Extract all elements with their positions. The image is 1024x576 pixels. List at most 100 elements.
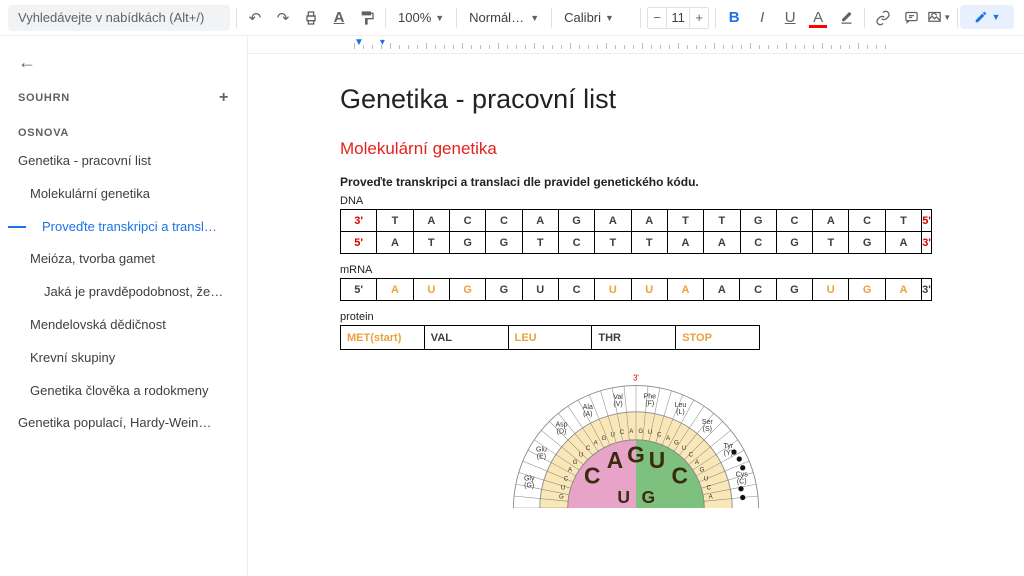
dna-cell: T [667,210,703,232]
protein-cell: THR [592,326,676,350]
outline-item[interactable]: Genetika populací, Hardy-Wein… [0,407,247,440]
dna-cell: C [449,210,485,232]
outline-sidebar: ← SOUHRN + OSNOVA Genetika - pracovní li… [0,36,248,576]
outline-item[interactable]: Proveďte transkripci a transl… [0,211,247,244]
mrna-cell: G [776,279,812,301]
protein-cell: VAL [424,326,508,350]
svg-text:U: U [561,484,565,491]
dna-cell: T [813,232,849,254]
mrna-table: 5'AUGGUCUUAACGUGA3' [340,278,932,301]
font-size-input[interactable]: 11 [666,8,690,28]
outline-item[interactable]: Krevní skupiny [0,342,247,375]
dna-cell: 5' [341,232,377,254]
dna-cell: C [558,232,594,254]
pencil-icon [974,10,988,24]
spellcheck-icon[interactable]: A [327,6,351,30]
font-size-increase[interactable]: + [690,10,708,25]
mrna-cell: A [667,279,703,301]
dna-cell: T [595,232,631,254]
svg-text:G: G [641,487,655,507]
editing-mode-select[interactable]: ▼ [960,5,1014,29]
menu-search-input[interactable]: Vyhledávejte v nabídkách (Alt+/) [8,5,230,31]
svg-text:A: A [607,447,623,473]
svg-text:U: U [704,475,708,482]
protein-cell: LEU [508,326,592,350]
outline-item[interactable]: Molekulární genetika [0,178,247,211]
insert-link-icon[interactable] [871,6,895,30]
mrna-cell: A [885,279,921,301]
dna-cell: T [885,210,921,232]
dna-label: DNA [340,195,932,207]
dna-cell: T [704,210,740,232]
dna-cell: C [486,210,522,232]
svg-text:Glu(E): Glu(E) [536,446,547,460]
svg-text:C: C [707,484,712,491]
svg-text:Cys(C): Cys(C) [736,472,749,486]
paragraph-style-select[interactable]: Normální t…▼ [463,6,545,30]
bold-button[interactable]: B [722,6,746,30]
dna-cell: 5' [922,210,932,232]
font-size-control: − 11 + [647,7,709,29]
expand-up-icon[interactable]: ⌃ [922,6,946,30]
dna-cell: C [740,232,776,254]
svg-text:Ala(A): Ala(A) [583,404,593,418]
svg-text:Ser(S): Ser(S) [702,419,714,433]
highlight-button[interactable] [834,6,858,30]
mrna-cell: C [740,279,776,301]
protein-label: protein [340,311,932,323]
mrna-cell: U [595,279,631,301]
svg-text:G: G [638,428,643,435]
text-color-button[interactable]: A [806,6,830,30]
redo-icon[interactable]: ↷ [271,6,295,30]
dna-cell: A [522,210,558,232]
font-family-select[interactable]: Calibri▼ [558,6,634,30]
dna-cell: G [776,232,812,254]
insert-comment-icon[interactable] [899,6,923,30]
back-icon[interactable]: ← [0,48,247,83]
outline-item[interactable]: Jaká je pravděpodobnost, že… [0,276,247,309]
print-icon[interactable] [299,6,323,30]
dna-cell: A [595,210,631,232]
undo-icon[interactable]: ↶ [243,6,267,30]
outline-item[interactable]: Mendelovská dědičnost [0,309,247,342]
underline-button[interactable]: U [778,6,802,30]
dna-cell: A [377,232,413,254]
paint-format-icon[interactable] [355,6,379,30]
mrna-cell: 5' [341,279,377,301]
outline-heading: OSNOVA [0,113,247,145]
svg-text:C: C [584,463,600,489]
document-canvas[interactable]: ▼▾ Genetika - pracovní list Molekulární … [248,36,1024,576]
svg-text:G: G [674,439,679,446]
horizontal-ruler[interactable]: ▼▾ [248,36,1024,54]
protein-cell: MET(start) [341,326,425,350]
italic-button[interactable]: I [750,6,774,30]
summary-heading: SOUHRN [18,92,70,104]
dna-cell: G [849,232,885,254]
dna-cell: C [776,210,812,232]
dna-cell: A [704,232,740,254]
font-value: Calibri [564,10,601,25]
mrna-cell: U [522,279,558,301]
mrna-cell: G [849,279,885,301]
outline-item[interactable]: Meióza, tvorba gamet [0,243,247,276]
font-size-decrease[interactable]: − [648,10,666,25]
svg-text:G: G [559,494,564,501]
dna-cell: T [413,232,449,254]
svg-text:U: U [649,447,665,473]
dna-cell: T [522,232,558,254]
mrna-cell: U [631,279,667,301]
add-summary-icon[interactable]: + [219,89,229,107]
protein-cell: STOP [676,326,760,350]
mrna-cell: C [558,279,594,301]
zoom-select[interactable]: 100%▼ [392,6,450,30]
dna-cell: A [813,210,849,232]
svg-text:C: C [620,429,625,436]
mrna-cell: A [377,279,413,301]
outline-item[interactable]: Genetika člověka a rodokmeny [0,375,247,408]
svg-text:Gly(G): Gly(G) [524,476,535,490]
outline-item[interactable]: Genetika - pracovní list [0,145,247,178]
svg-text:C: C [689,451,694,458]
mrna-cell: U [413,279,449,301]
mrna-label: mRNA [340,264,932,276]
svg-text:U: U [682,445,686,452]
